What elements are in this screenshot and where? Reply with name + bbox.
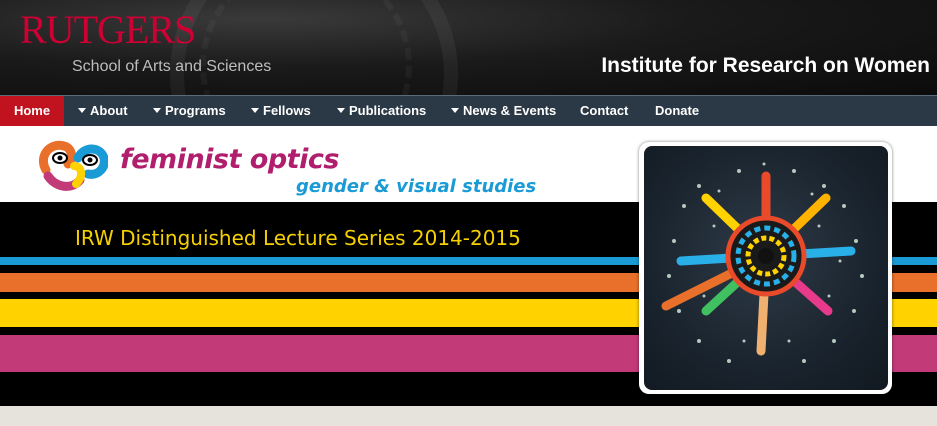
nav-home-label: Home	[13, 103, 51, 118]
caret-down-icon	[251, 108, 259, 113]
nav-news-events-label: News & Events	[463, 103, 557, 118]
caret-down-icon	[337, 108, 345, 113]
rutgers-seal-watermark-inner	[200, 0, 412, 95]
nav-news-events[interactable]: News & Events	[451, 96, 556, 126]
nav-about[interactable]: About	[78, 96, 128, 126]
nav-programs-label: Programs	[165, 103, 226, 118]
kaleidoscope-doll-artwork-image[interactable]	[644, 146, 888, 390]
caret-down-icon	[153, 108, 161, 113]
main-nav: Home About Programs Fellows Publications…	[0, 95, 937, 126]
nav-contact[interactable]: Contact	[580, 96, 628, 126]
lecture-series-title: IRW Distinguished Lecture Series 2014-20…	[75, 226, 521, 250]
site-header: RUTGERS School of Arts and Sciences Inst…	[0, 0, 937, 95]
nav-publications[interactable]: Publications	[337, 96, 426, 126]
nav-contact-label: Contact	[580, 103, 629, 118]
content-area-top	[0, 406, 937, 426]
nav-donate-label: Donate	[655, 103, 700, 118]
nav-fellows[interactable]: Fellows	[251, 96, 311, 126]
school-name[interactable]: School of Arts and Sciences	[72, 58, 271, 76]
feminist-optics-logo-icon	[38, 136, 109, 196]
caret-down-icon	[78, 108, 86, 113]
feminist-optics-subtitle: gender & visual studies	[296, 176, 537, 197]
rutgers-logo[interactable]: RUTGERS	[20, 10, 196, 50]
nav-about-label: About	[90, 103, 128, 118]
nav-donate[interactable]: Donate	[655, 96, 699, 126]
nav-publications-label: Publications	[349, 103, 427, 118]
feminist-optics-title: feminist optics	[120, 144, 339, 175]
institute-title[interactable]: Institute for Research on Women	[601, 54, 930, 78]
nav-fellows-label: Fellows	[263, 103, 311, 118]
nav-programs[interactable]: Programs	[153, 96, 226, 126]
caret-down-icon	[451, 108, 459, 113]
nav-home[interactable]: Home	[0, 96, 64, 126]
